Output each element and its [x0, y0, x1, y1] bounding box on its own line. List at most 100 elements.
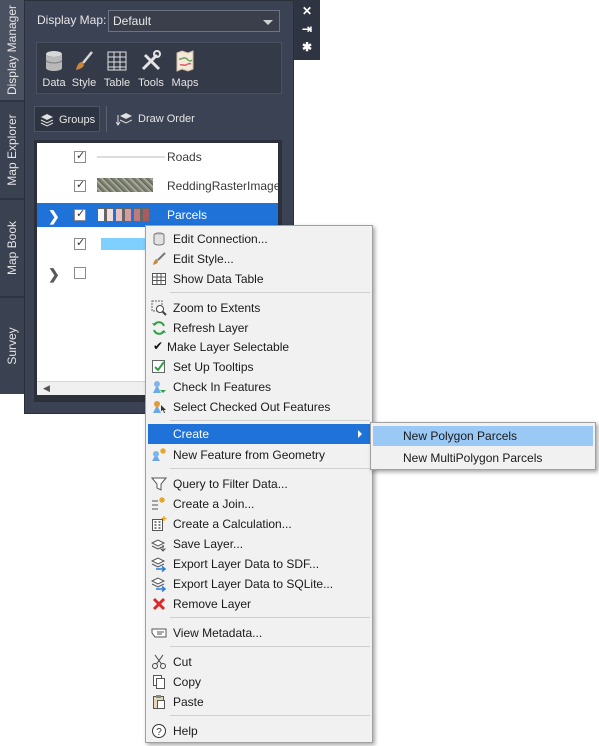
- layer-row-roads[interactable]: Roads: [37, 145, 278, 169]
- create-submenu: New Polygon Parcels New MultiPolygon Par…: [370, 422, 596, 470]
- data-button[interactable]: Data: [39, 47, 69, 91]
- palette-tab-strip: Display Manager Map Explorer Map Book Su…: [0, 0, 24, 394]
- menu-item-query-to-filter-data[interactable]: Query to Filter Data...: [148, 474, 370, 494]
- menu-item-make-layer-selectable[interactable]: ✔ Make Layer Selectable: [148, 337, 370, 357]
- layer-visibility-checkbox[interactable]: [74, 149, 86, 163]
- submenu-arrow-icon: [358, 430, 362, 438]
- menu-item-export-to-sdf[interactable]: Export Layer Data to SDF...: [148, 554, 370, 574]
- menu-item-select-checked-out-features[interactable]: Select Checked Out Features: [148, 397, 370, 417]
- menu-item-paste[interactable]: Paste: [148, 692, 370, 712]
- menu-item-help[interactable]: ? Help: [148, 721, 370, 741]
- maps-button[interactable]: Maps: [169, 47, 201, 91]
- tools-button[interactable]: Tools: [135, 47, 167, 91]
- chevron-down-icon: [263, 20, 273, 25]
- menu-item-refresh-layer[interactable]: Refresh Layer: [148, 318, 370, 338]
- display-map-select[interactable]: Default: [108, 10, 280, 32]
- layer-visibility-checkbox[interactable]: [74, 267, 86, 279]
- display-map-label: Display Map:: [37, 13, 107, 27]
- database-icon: [153, 232, 165, 246]
- menu-separator: [170, 420, 370, 421]
- layer-context-menu: Edit Connection... Edit Style... Show Da…: [145, 225, 373, 743]
- menu-separator: [170, 292, 370, 293]
- metadata-icon: [151, 628, 167, 638]
- groups-icon: [40, 114, 54, 127]
- fill-style-swatch: [101, 238, 149, 250]
- refresh-icon: [152, 321, 166, 335]
- scroll-left-icon[interactable]: ◀: [43, 383, 50, 394]
- display-map-value: Default: [113, 14, 152, 28]
- close-icon[interactable]: ✕: [294, 2, 320, 20]
- auto-hide-icon[interactable]: ⇥: [294, 20, 320, 38]
- menu-item-new-feature-from-geometry[interactable]: New Feature from Geometry: [148, 445, 370, 465]
- menu-item-set-up-tooltips[interactable]: Set Up Tooltips: [148, 357, 370, 377]
- help-icon: ?: [152, 724, 166, 738]
- select-features-icon: [153, 401, 166, 413]
- menu-separator: [170, 617, 370, 618]
- properties-icon[interactable]: ✱: [294, 38, 320, 56]
- cut-icon: [152, 654, 166, 669]
- brush-icon: [76, 51, 93, 70]
- database-icon: [45, 51, 63, 71]
- expand-chevron-icon[interactable]: ❯: [48, 266, 60, 283]
- new-feature-icon: [152, 448, 166, 461]
- save-layer-icon: [151, 539, 166, 552]
- layer-visibility-checkbox[interactable]: [74, 236, 86, 250]
- menu-item-copy[interactable]: Copy: [148, 672, 370, 692]
- menu-item-create-a-calculation[interactable]: Create a Calculation...: [148, 514, 370, 534]
- menu-separator: [170, 646, 370, 647]
- paste-icon: [153, 695, 165, 709]
- layer-row-parcels[interactable]: ❯ Parcels: [37, 203, 278, 227]
- query-icon: [151, 477, 167, 491]
- toolbar-divider: [106, 106, 107, 132]
- zoom-extents-icon: [151, 300, 167, 316]
- menu-item-show-data-table[interactable]: Show Data Table: [148, 269, 370, 289]
- check-in-icon: [153, 381, 166, 393]
- style-button[interactable]: Style: [69, 47, 99, 91]
- groups-button[interactable]: Groups: [34, 106, 100, 132]
- layer-name: Parcels: [167, 208, 208, 222]
- menu-item-remove-layer[interactable]: Remove Layer: [148, 594, 370, 614]
- tab-map-explorer[interactable]: Map Explorer: [0, 102, 24, 198]
- tab-map-book[interactable]: Map Book: [0, 200, 24, 296]
- brush-icon: [153, 252, 166, 265]
- copy-icon: [153, 675, 165, 689]
- tab-display-manager[interactable]: Display Manager: [0, 0, 24, 100]
- palette-controls: ✕ ⇥ ✱: [294, 0, 320, 60]
- menu-separator: [170, 715, 370, 716]
- tooltip-icon: [152, 360, 165, 373]
- menu-item-view-metadata[interactable]: View Metadata...: [148, 623, 370, 643]
- draw-order-button[interactable]: Draw Order: [114, 106, 204, 132]
- menu-item-save-layer[interactable]: Save Layer...: [148, 534, 370, 554]
- export-sdf-icon: [151, 557, 167, 572]
- expand-chevron-icon[interactable]: ❯: [48, 208, 60, 225]
- menu-item-zoom-to-extents[interactable]: Zoom to Extents: [148, 298, 370, 318]
- join-icon: [152, 497, 165, 510]
- layer-visibility-checkbox[interactable]: [74, 178, 86, 192]
- raster-thumbnail: [97, 178, 153, 192]
- line-style-swatch: [97, 151, 165, 163]
- table-icon: [107, 51, 127, 71]
- export-sqlite-icon: [151, 577, 167, 592]
- tools-icon: [141, 50, 161, 71]
- menu-item-new-polygon-parcels[interactable]: New Polygon Parcels: [373, 426, 593, 446]
- maps-icon: [176, 50, 194, 72]
- menu-item-edit-style[interactable]: Edit Style...: [148, 249, 370, 269]
- menu-item-edit-connection[interactable]: Edit Connection...: [148, 229, 370, 249]
- check-icon: ✔: [153, 339, 164, 353]
- menu-item-check-in-features[interactable]: Check In Features: [148, 377, 370, 397]
- menu-item-export-to-sqlite[interactable]: Export Layer Data to SQLite...: [148, 574, 370, 594]
- menu-item-cut[interactable]: Cut: [148, 652, 370, 672]
- menu-separator: [170, 468, 370, 469]
- menu-item-new-multipolygon-parcels[interactable]: New MultiPolygon Parcels: [373, 448, 593, 468]
- tab-survey[interactable]: Survey: [0, 298, 24, 394]
- draw-order-icon: [116, 113, 132, 126]
- layer-row-reddingrasterimage[interactable]: ReddingRasterImage: [37, 174, 278, 198]
- calculation-icon: [152, 516, 167, 531]
- menu-item-create-a-join[interactable]: Create a Join...: [148, 494, 370, 514]
- display-manager-ribbon: Data Style Table Tools Maps: [36, 42, 282, 94]
- layer-name: ReddingRasterImage: [167, 179, 278, 193]
- theme-style-swatch: [97, 208, 150, 222]
- menu-item-create[interactable]: Create: [148, 424, 370, 444]
- layer-visibility-checkbox[interactable]: [74, 207, 86, 221]
- table-button[interactable]: Table: [101, 47, 133, 91]
